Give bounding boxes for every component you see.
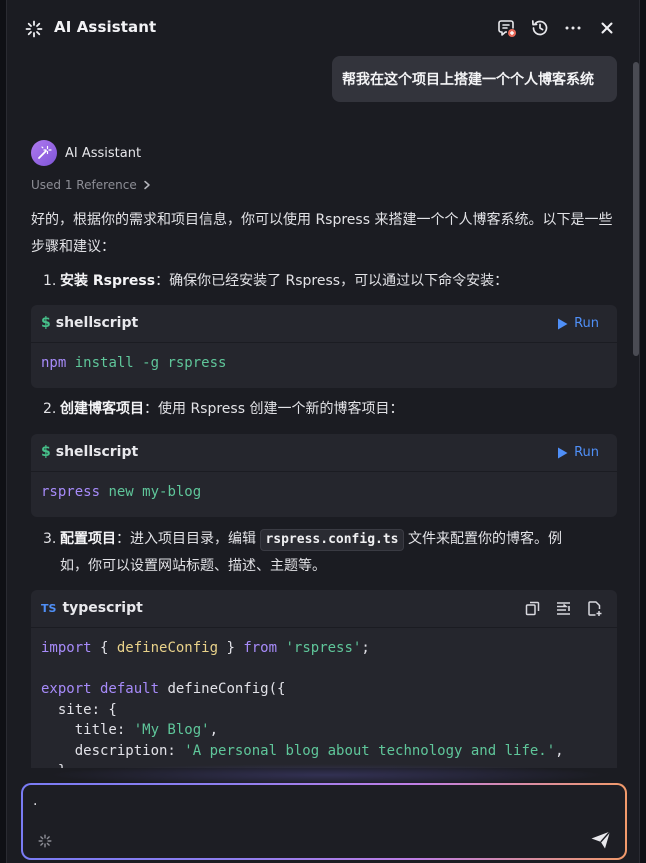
run-button[interactable]: Run — [557, 445, 599, 460]
more-button[interactable] — [561, 16, 585, 40]
code-block-1: $ shellscript Run npm install -g rspress — [31, 305, 617, 388]
history-button[interactable] — [528, 16, 552, 40]
run-button[interactable]: Run — [557, 316, 599, 331]
ts-icon: TS — [41, 601, 57, 615]
assistant-intro-text: 好的，根据你的需求和项目信息，你可以使用 Rspress 来搭建一个个人博客系统… — [31, 212, 613, 255]
code-language: typescript — [62, 600, 143, 616]
list-number: 3. — [43, 531, 57, 547]
list-number: 1. — [43, 273, 57, 289]
shell-icon: $ — [41, 315, 51, 331]
chat-input[interactable]: . — [23, 785, 625, 858]
assistant-header: AI Assistant — [31, 139, 141, 167]
user-message-bubble: 帮我在这个项目上搭建一个个人博客系统 — [332, 56, 617, 102]
insert-code-icon[interactable] — [555, 600, 572, 617]
code-content: rspress new my-blog — [41, 484, 202, 500]
chat-input-value: . — [33, 793, 38, 809]
inline-code: rspress.config.ts — [260, 529, 404, 551]
list-item: 2. 创建博客项目：使用 Rspress 创建一个新的博客项目： — [43, 396, 613, 423]
code-block-header: $ shellscript Run — [31, 434, 617, 472]
panel-header: AI Assistant — [7, 0, 641, 56]
code-block-2: $ shellscript Run rspress new my-blog — [31, 434, 617, 517]
chat-input-container: . — [21, 783, 627, 860]
run-label: Run — [574, 445, 599, 460]
copy-icon[interactable] — [524, 600, 541, 617]
sparkle-icon[interactable] — [38, 834, 52, 848]
new-chat-icon — [498, 20, 516, 37]
code-content: npm install -g rspress — [41, 355, 227, 371]
run-label: Run — [574, 316, 599, 331]
code-block-header: TS typescript — [31, 590, 617, 628]
code-language: shellscript — [55, 315, 139, 331]
play-icon — [558, 318, 568, 329]
panel-title: AI Assistant — [54, 18, 157, 36]
step-title: 创建博客项目 — [60, 401, 144, 417]
new-chat-button[interactable] — [495, 16, 519, 40]
chevron-right-icon — [143, 180, 150, 190]
step-text: ：确保你已经安装了 Rspress，可以通过以下命令安装： — [155, 273, 509, 289]
code-block-header: $ shellscript Run — [31, 305, 617, 343]
step-title: 配置项目 — [60, 531, 116, 547]
sparkle-icon — [25, 20, 43, 38]
references-toggle[interactable]: Used 1 Reference — [31, 178, 151, 192]
code-language: shellscript — [55, 444, 139, 460]
close-icon — [601, 22, 613, 34]
assistant-avatar — [31, 140, 57, 166]
references-label: Used 1 Reference — [31, 178, 137, 192]
send-icon[interactable] — [590, 830, 612, 850]
step-title: 安装 Rspress — [60, 273, 156, 289]
assistant-panel: AI Assistant 帮我在这个项目上搭建一个个人博客系统 AI Assis… — [6, 0, 640, 863]
code-block-3: TS typescript import {defineConfig} fr… — [31, 590, 617, 768]
scrollbar-thumb[interactable] — [633, 62, 639, 356]
step-text-line2: 如，你可以设置网站标题、描述、主题等。 — [60, 558, 326, 574]
list-number: 2. — [43, 401, 57, 417]
shell-icon: $ — [41, 444, 51, 460]
new-file-icon[interactable] — [586, 600, 603, 617]
step-text: ：使用 Rspress 创建一个新的博客项目： — [144, 401, 404, 417]
close-button[interactable] — [595, 16, 619, 40]
list-item: 1. 安装 Rspress：确保你已经安装了 Rspress，可以通过以下命令安… — [43, 268, 613, 295]
history-icon — [531, 20, 548, 36]
assistant-name: AI Assistant — [65, 145, 142, 161]
list-item: 3. 配置项目：进入项目目录，编辑 rspress.config.ts 文件来配… — [43, 526, 617, 580]
code-content: import { defineConfig } from 'rspress'; … — [41, 640, 564, 768]
play-icon — [558, 447, 568, 458]
more-icon — [565, 26, 581, 30]
magic-wand-icon — [38, 145, 52, 159]
